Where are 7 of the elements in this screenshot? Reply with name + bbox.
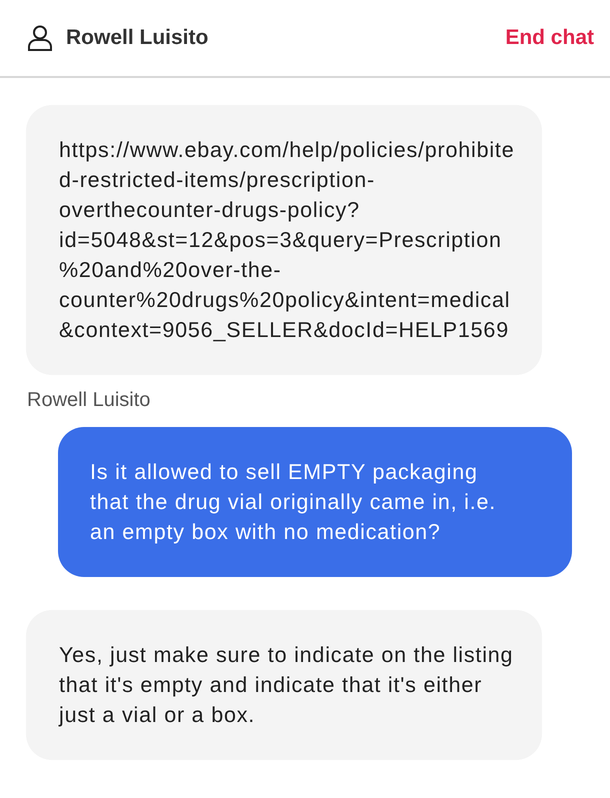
message-bubble: Yes, just make sure to indicate on the listing that it's empty and indicate that it's either just a vial or a box.	[26, 610, 542, 760]
agent-name: Rowell Luisito	[66, 26, 208, 50]
message-bubble: Is it allowed to sell EMPTY packaging that the drug vial originally came in, i.e. an empty box with no medication?	[58, 427, 572, 577]
end-chat-button[interactable]: End chat	[501, 22, 598, 54]
person-icon	[28, 25, 52, 51]
message-bubble: https://www.ebay.com/help/policies/prohibited-restricted-items/prescription-overthecounter-drugs-policy?id=5048&st=12&pos=3&query=Prescription%20and%20over-the-counter%20drugs%20policy&intent=medical&context=9056_SELLER&docId=HELP1569	[26, 105, 542, 375]
sender-name: Rowell Luisito	[27, 388, 150, 413]
